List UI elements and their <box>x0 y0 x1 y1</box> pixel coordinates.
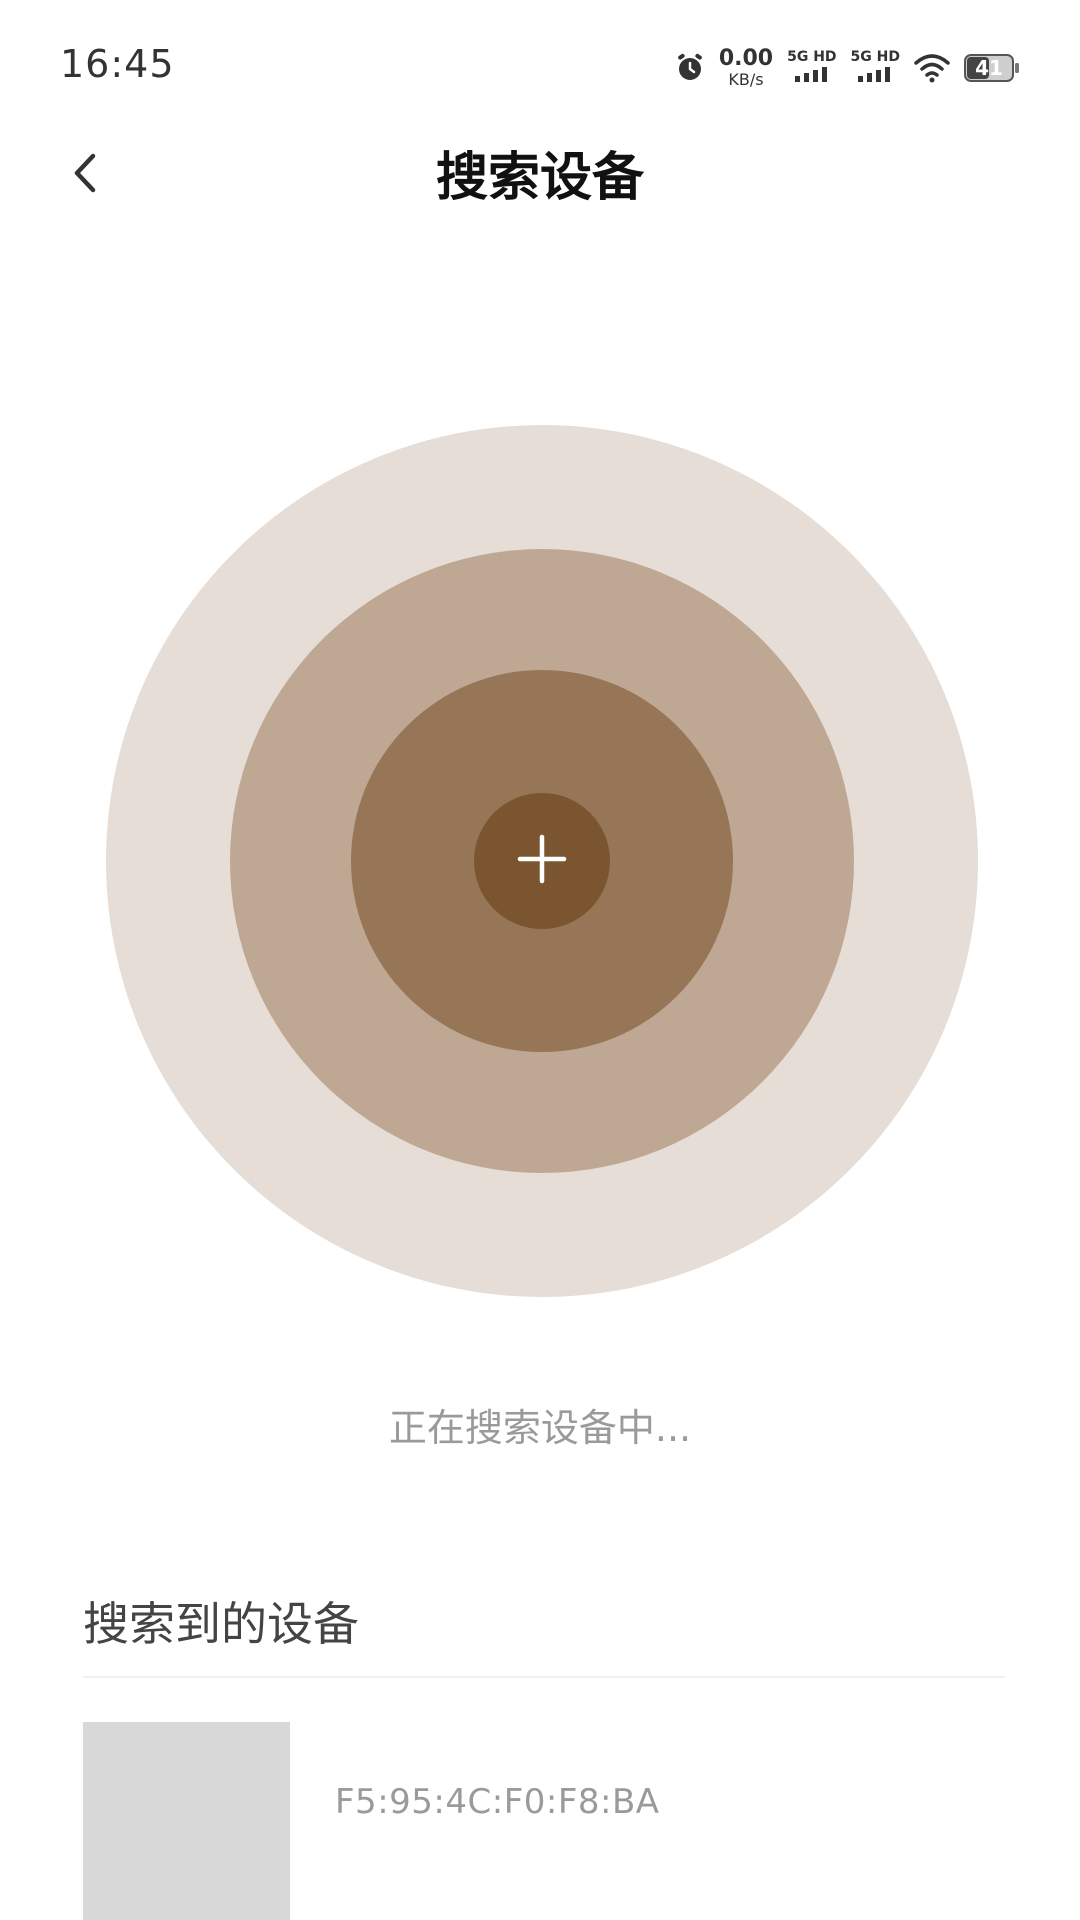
status-icons: 0.00 KB/s 5G HD 5G HD 41 <box>675 44 1020 92</box>
status-time: 16:45 <box>60 42 175 86</box>
device-thumbnail <box>83 1722 290 1920</box>
signal-icon <box>794 66 830 86</box>
alarm-icon <box>675 53 705 83</box>
found-devices-title: 搜索到的设备 <box>83 1597 359 1651</box>
sim1-label: 5G HD <box>787 49 837 65</box>
battery-level: 41 <box>975 56 1003 80</box>
plus-icon <box>516 833 568 889</box>
sim2-signal: 5G HD <box>851 50 900 86</box>
device-list-item[interactable]: F5:95:4C:F0:F8:BA <box>83 1722 1005 1920</box>
device-mac-address: F5:95:4C:F0:F8:BA <box>335 1782 660 1822</box>
battery-icon: 41 <box>964 53 1020 83</box>
search-device-screen: 16:45 0.00 KB/s 5G HD 5G HD 41 搜索设备 正在搜索… <box>0 0 1080 1920</box>
net-speed-unit: KB/s <box>728 70 764 89</box>
section-divider <box>83 1676 1005 1678</box>
sim2-label: 5G HD <box>850 49 900 65</box>
net-speed-value: 0.00 <box>718 46 774 71</box>
status-bar: 16:45 0.00 KB/s 5G HD 5G HD 41 <box>0 0 1080 135</box>
wifi-icon <box>914 53 950 83</box>
page-title: 搜索设备 <box>435 148 644 208</box>
add-device-button[interactable] <box>474 793 610 929</box>
signal-icon <box>857 66 893 86</box>
sim1-signal: 5G HD <box>787 49 837 86</box>
searching-status-text: 正在搜索设备中... <box>388 1406 692 1450</box>
search-radar <box>106 425 978 1297</box>
net-speed: 0.00 KB/s <box>719 48 773 88</box>
